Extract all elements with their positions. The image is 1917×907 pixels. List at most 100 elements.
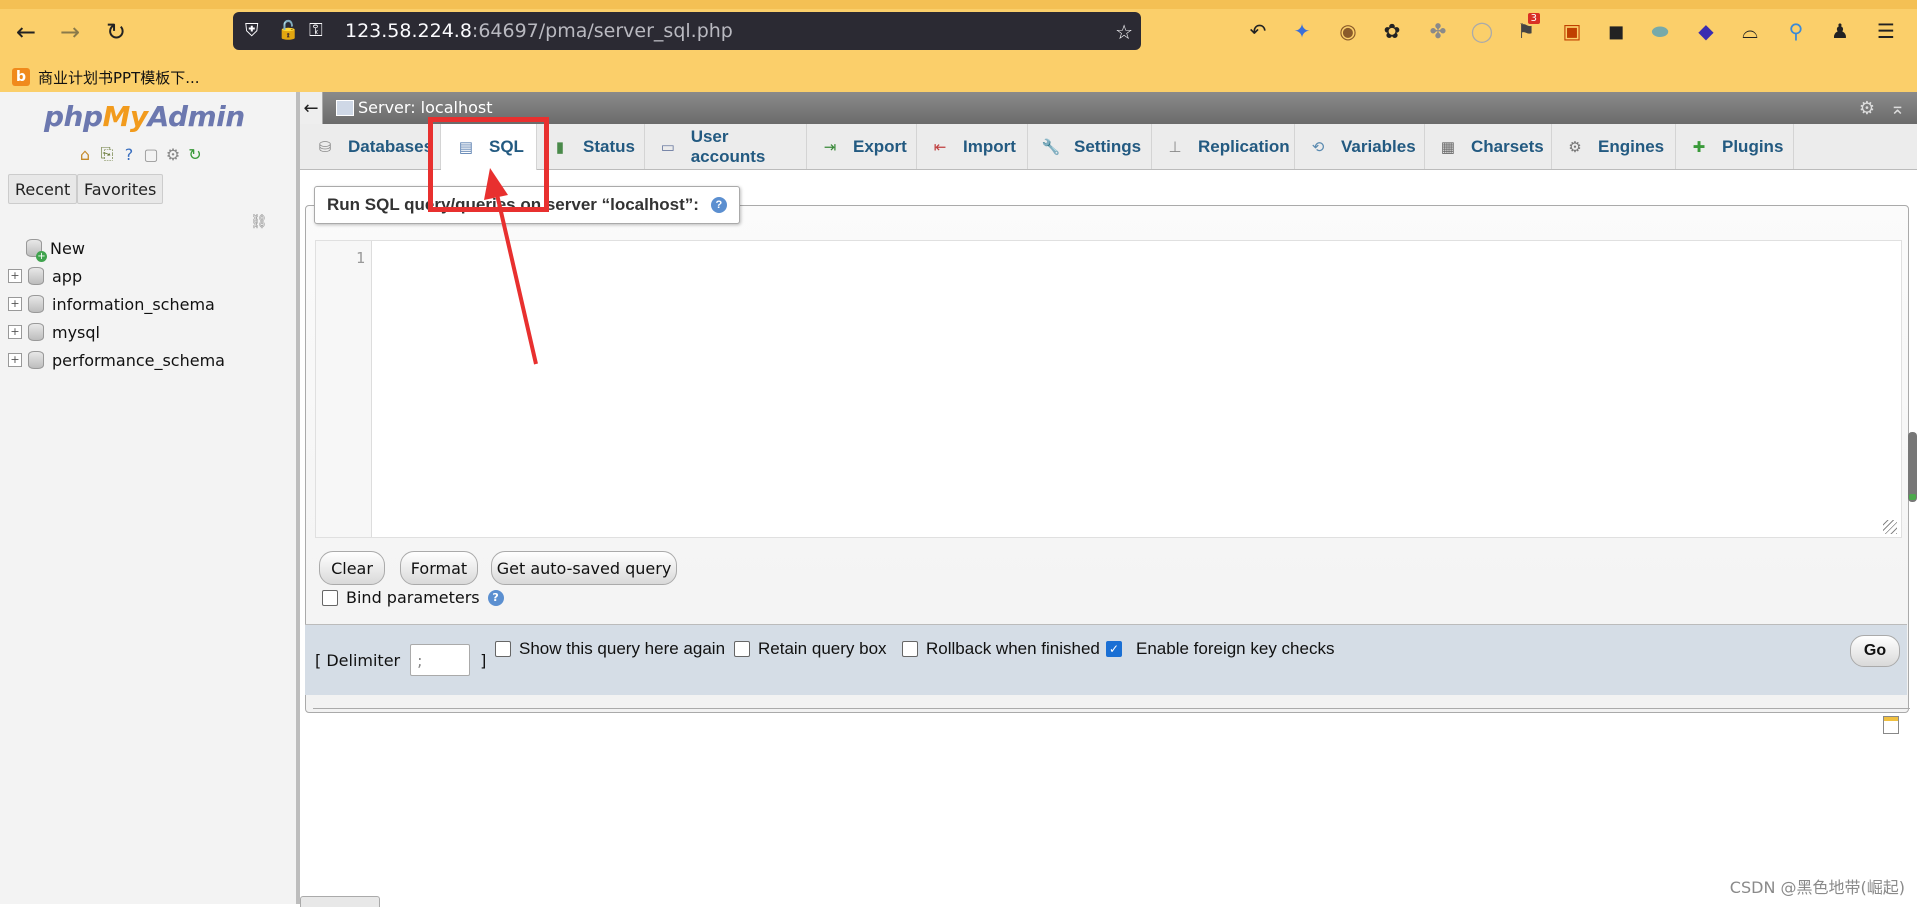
divider (313, 708, 1910, 709)
help-icon[interactable]: ? (487, 589, 504, 606)
location-pin-icon[interactable]: ⚲ (1782, 17, 1810, 45)
reload-button[interactable]: ↻ (98, 14, 134, 50)
clear-button[interactable]: Clear (319, 551, 385, 585)
favorites-button[interactable]: Favorites (77, 174, 164, 204)
tab-databases[interactable]: ⛁ Databases (300, 124, 441, 169)
engines-icon: ⚙ (1568, 138, 1582, 156)
retain-query-box-option[interactable]: Retain query box (734, 639, 887, 659)
lock-warning-icon: 🔓 (277, 20, 300, 41)
wappalyzer-icon[interactable]: ⚑ 3 (1512, 13, 1540, 45)
shield-icon: ⛨ (245, 20, 259, 41)
tree-item-database[interactable]: + performance_schema (8, 346, 225, 374)
docs-icon[interactable]: ▢ (141, 144, 161, 164)
delimiter-label: [ Delimiter (315, 650, 401, 670)
tab-label: Export (853, 136, 907, 156)
delimiter-input[interactable]: ; (410, 644, 471, 676)
rollback-option[interactable]: Rollback when finished (902, 639, 1100, 659)
address-bar[interactable]: ⛨ 🔓 ⚿ 123.58.224.8:64697/pma/server_sql.… (233, 12, 1141, 50)
url-port: :64697 (471, 20, 539, 42)
bind-parameters-option[interactable]: Bind parameters ? (322, 588, 504, 607)
help-icon[interactable]: ? (119, 144, 139, 164)
puzzle-extension-icon[interactable]: ✤ (1424, 17, 1452, 45)
star-bookmark-icon[interactable]: ☆ (1115, 20, 1133, 44)
retain-query-box-label: Retain query box (758, 639, 887, 658)
tab-settings[interactable]: 🔧 Settings (1028, 124, 1152, 169)
resize-grip-icon[interactable] (1883, 520, 1897, 534)
tree-item-database[interactable]: + app (8, 262, 225, 290)
link-with-main-icon[interactable]: ⛓ (250, 214, 268, 230)
breadcrumb-server[interactable]: Server: localhost (336, 98, 492, 117)
profile-icon[interactable]: ♟ (1826, 17, 1854, 45)
users-icon: ▭ (660, 138, 675, 156)
scrollbar-thumb[interactable] (1908, 432, 1917, 502)
expand-icon[interactable]: + (8, 325, 22, 339)
tab-plugins[interactable]: ✚ Plugins (1676, 124, 1794, 169)
expand-icon[interactable]: + (8, 269, 22, 283)
settings-gear-icon[interactable]: ⚙ (163, 144, 183, 164)
foreign-key-checks-option[interactable]: ✓ Enable foreign key checks (1106, 639, 1334, 659)
help-icon[interactable]: ? (710, 197, 727, 213)
format-button[interactable]: Format (400, 551, 478, 585)
tab-charsets[interactable]: ▦ Charsets (1425, 124, 1552, 169)
glasses-extension-icon[interactable]: ◼ (1602, 17, 1630, 45)
ring-extension-icon[interactable]: ◯ (1468, 17, 1496, 45)
tree-item-label: information_schema (52, 294, 215, 314)
navigation-panel: phpMyAdmin ⌂ ⎘ ? ▢ ⚙ ↻ Recent Favorites … (0, 92, 300, 904)
hackbar-icon[interactable]: ▣ (1558, 17, 1586, 45)
tree-item-label: mysql (52, 322, 100, 342)
cookie-editor-icon[interactable]: ✿ (1378, 17, 1406, 45)
home-icon[interactable]: ⌂ (75, 144, 95, 164)
tree-item-label: app (52, 266, 83, 286)
tab-status[interactable]: ▮ Status (537, 124, 645, 169)
tab-label: Engines (1598, 136, 1665, 156)
feather-extension-icon[interactable]: ✦ (1288, 17, 1316, 45)
bind-parameters-label: Bind parameters (346, 588, 480, 607)
collapse-top-icon[interactable]: ⌅ (1890, 98, 1905, 119)
tab-engines[interactable]: ⚙ Engines (1552, 124, 1676, 169)
toggle-extension-icon[interactable]: ⬬ (1646, 17, 1674, 45)
back-button[interactable]: ← (8, 14, 44, 50)
database-icon (28, 351, 44, 369)
page-settings-gear-icon[interactable]: ⚙ (1859, 98, 1875, 119)
tab-export[interactable]: ⇥ Export (807, 124, 917, 169)
tab-replication[interactable]: ⊥ Replication (1152, 124, 1295, 169)
layers-extension-icon[interactable]: ◆ (1692, 17, 1720, 45)
show-query-checkbox[interactable] (495, 641, 511, 657)
tree-item-database[interactable]: + mysql (8, 318, 225, 346)
key-icon: ⚿ (309, 20, 323, 41)
extension-badge: 3 (1527, 13, 1540, 24)
go-button[interactable]: Go (1850, 635, 1900, 667)
recent-button[interactable]: Recent (8, 174, 78, 204)
tab-label: Variables (1341, 136, 1416, 156)
console-tab[interactable] (300, 896, 380, 907)
breadcrumb-server-label: Server: localhost (358, 98, 493, 117)
database-icon (28, 323, 44, 341)
reload-nav-icon[interactable]: ↻ (185, 144, 205, 164)
bookmark-item[interactable]: b 商业计划书PPT模板下... (12, 66, 200, 88)
phpmyadmin-logo[interactable]: phpMyAdmin (44, 100, 245, 133)
rollback-checkbox[interactable] (902, 641, 918, 657)
forward-button[interactable]: → (52, 14, 88, 50)
hat-extension-icon[interactable]: ⌓ (1736, 17, 1764, 45)
foreign-key-checks-checkbox[interactable]: ✓ (1106, 641, 1122, 657)
notes-icon[interactable] (1883, 716, 1899, 734)
tree-item-label: New (50, 238, 85, 258)
tab-user-accounts[interactable]: ▭ User accounts (645, 124, 807, 169)
get-auto-saved-query-button[interactable]: Get auto-saved query (491, 551, 677, 585)
rollback-label: Rollback when finished (926, 639, 1100, 658)
menu-icon[interactable]: ☰ (1872, 17, 1900, 45)
collapse-navigation-icon[interactable]: ← (300, 92, 323, 124)
tree-item-new[interactable]: New (8, 234, 225, 262)
retain-query-box-checkbox[interactable] (734, 641, 750, 657)
cookie-icon[interactable]: ◉ (1334, 17, 1362, 45)
logout-icon[interactable]: ⎘ (97, 144, 117, 164)
expand-icon[interactable]: + (8, 353, 22, 367)
bind-parameters-checkbox[interactable] (322, 589, 338, 606)
sql-editor[interactable]: 1 (315, 240, 1902, 538)
tab-import[interactable]: ⇤ Import (917, 124, 1028, 169)
tab-variables[interactable]: ⟲ Variables (1295, 124, 1425, 169)
tree-item-database[interactable]: + information_schema (8, 290, 225, 318)
expand-icon[interactable]: + (8, 297, 22, 311)
show-query-option[interactable]: Show this query here again (495, 639, 725, 659)
reply-icon[interactable]: ↶ (1244, 17, 1272, 45)
